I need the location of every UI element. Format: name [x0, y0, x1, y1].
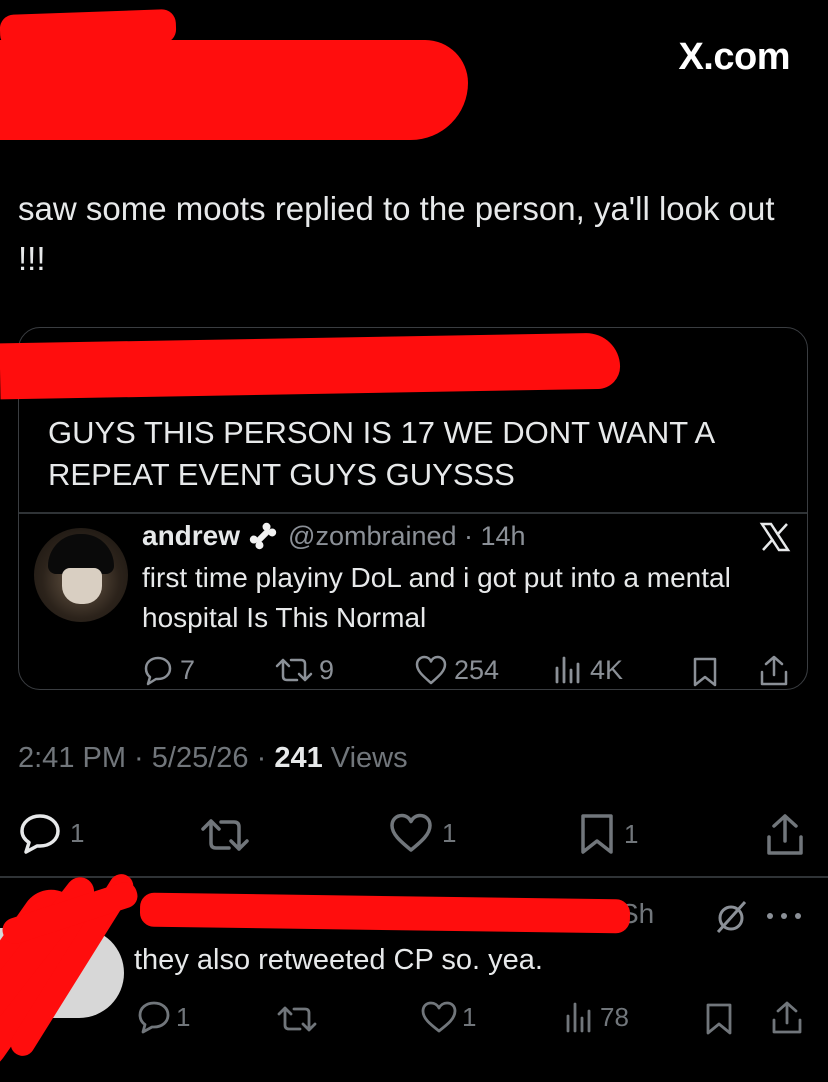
reply-views-stat[interactable]: 78: [564, 1000, 629, 1034]
retweet-icon: [275, 654, 313, 686]
nested-handle-time: @zombrained · 14h: [288, 520, 526, 551]
post-like-button[interactable]: 1: [388, 812, 456, 854]
quote-nested-divider: [19, 512, 807, 514]
heart-icon: [414, 654, 448, 686]
redaction-mark: [139, 892, 631, 934]
reply-text: they also retweeted CP so. yea.: [134, 944, 543, 976]
watermark-logo: X.com: [678, 36, 790, 78]
nested-tweet-text: first time playiny DoL and i got put int…: [142, 562, 731, 633]
redaction-mark: [0, 332, 621, 400]
nested-reply-stat[interactable]: 7: [142, 654, 195, 686]
reply-reply-button[interactable]: 1: [136, 1000, 190, 1034]
reply-like-button[interactable]: 1: [420, 1000, 476, 1034]
heart-icon: [420, 1000, 458, 1034]
reply-icon: [142, 654, 174, 686]
reply-share-button[interactable]: [770, 1000, 804, 1036]
views-chart-icon: [564, 1000, 594, 1034]
reply-icon: [18, 812, 62, 854]
nested-display-name[interactable]: andrew: [142, 520, 240, 552]
post-reply-button[interactable]: 1: [18, 812, 84, 854]
post-views-count: 241: [274, 742, 323, 774]
grok-icon[interactable]: [712, 898, 750, 936]
reply-icon: [136, 1000, 172, 1034]
post-share-button[interactable]: [764, 812, 806, 858]
post-text: saw some moots replied to the person, ya…: [18, 190, 775, 277]
post-retweet-button[interactable]: [200, 814, 250, 856]
bone-icon: [248, 521, 278, 551]
nested-bookmark-icon[interactable]: [690, 656, 720, 688]
nested-share-icon[interactable]: [758, 654, 790, 688]
nested-author-avatar[interactable]: [34, 528, 128, 622]
heart-icon: [388, 812, 434, 854]
x-logo-icon: [758, 520, 792, 554]
bookmark-icon: [578, 812, 616, 856]
quote-text: GUYS THIS PERSON IS 17 WE DONT WANT A RE…: [48, 415, 714, 492]
reply-retweet-button[interactable]: [276, 1002, 318, 1036]
views-chart-icon: [552, 654, 584, 686]
post-bookmark-button[interactable]: 1: [578, 812, 638, 856]
post-timestamp[interactable]: 2:41 PM · 5/25/26 ·: [18, 742, 266, 774]
redaction-mark: [0, 40, 468, 140]
post-views-label: Views: [330, 742, 408, 774]
nested-like-stat[interactable]: 254: [414, 654, 499, 686]
nested-retweet-stat[interactable]: 9: [275, 654, 334, 686]
nested-views-stat[interactable]: 4K: [552, 654, 623, 686]
more-options-icon[interactable]: [764, 910, 804, 922]
reply-bookmark-button[interactable]: [704, 1002, 734, 1036]
